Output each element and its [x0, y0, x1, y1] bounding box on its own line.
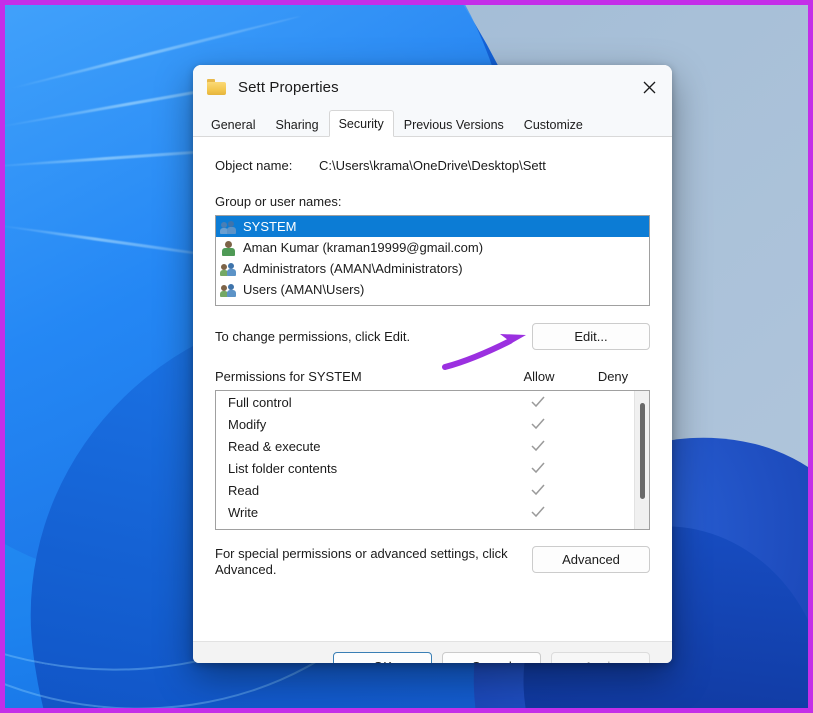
group-icon [220, 219, 236, 235]
group-section-label: Group or user names: [215, 194, 650, 209]
object-name-row: Object name: C:\Users\krama\OneDrive\Des… [215, 137, 650, 173]
tab-previous-versions[interactable]: Previous Versions [394, 115, 514, 137]
security-panel: Object name: C:\Users\krama\OneDrive\Des… [193, 137, 672, 641]
group-icon [220, 261, 236, 277]
permission-name: Read & execute [216, 439, 501, 454]
advanced-settings-row: For special permissions or advanced sett… [215, 546, 650, 578]
permission-name: Modify [216, 417, 501, 432]
permission-name: Full control [216, 395, 501, 410]
scrollbar-thumb[interactable] [640, 403, 645, 499]
table-row[interactable]: Full control [216, 391, 649, 413]
table-row[interactable]: Read & execute [216, 435, 649, 457]
column-header-deny: Deny [576, 369, 650, 384]
allow-checkmark[interactable] [501, 418, 575, 430]
edit-button[interactable]: Edit... [532, 323, 650, 350]
permission-name: Special permissions [216, 527, 501, 531]
allow-checkmark[interactable] [501, 484, 575, 496]
apply-button: Apply [551, 652, 650, 663]
allow-checkmark[interactable] [501, 462, 575, 474]
tab-general[interactable]: General [201, 115, 265, 137]
object-name-value: C:\Users\krama\OneDrive\Desktop\Sett [319, 158, 546, 173]
object-name-label: Object name: [215, 158, 319, 173]
properties-dialog: Sett Properties General Sharing Security… [193, 65, 672, 663]
list-item[interactable]: Aman Kumar (kraman19999@gmail.com) [216, 237, 649, 258]
permission-name: Read [216, 483, 501, 498]
dialog-footer: OK Cancel Apply [193, 641, 672, 663]
column-header-allow: Allow [502, 369, 576, 384]
allow-checkmark[interactable] [501, 396, 575, 408]
edit-permissions-row: To change permissions, click Edit. Edit.… [215, 323, 650, 350]
list-item[interactable]: SYSTEM [216, 216, 649, 237]
title-bar: Sett Properties [193, 65, 672, 109]
close-icon[interactable] [626, 65, 672, 109]
folder-icon [207, 79, 226, 95]
table-row[interactable]: Special permissions [216, 523, 649, 530]
ok-button[interactable]: OK [333, 652, 432, 663]
allow-checkmark[interactable] [501, 440, 575, 452]
permissions-header: Permissions for SYSTEM Allow Deny [215, 369, 650, 384]
screenshot-frame: Sett Properties General Sharing Security… [0, 0, 813, 713]
table-row[interactable]: Modify [216, 413, 649, 435]
table-row[interactable]: List folder contents [216, 457, 649, 479]
list-item-label: Users (AMAN\Users) [243, 282, 364, 297]
table-row[interactable]: Write [216, 501, 649, 523]
group-icon [220, 282, 236, 298]
permission-name: List folder contents [216, 461, 501, 476]
tab-strip: General Sharing Security Previous Versio… [193, 109, 672, 137]
window-title: Sett Properties [238, 79, 339, 96]
permission-name: Write [216, 505, 501, 520]
edit-notice-text: To change permissions, click Edit. [215, 329, 410, 344]
list-item[interactable]: Administrators (AMAN\Administrators) [216, 258, 649, 279]
permissions-scrollbar[interactable] [634, 391, 649, 529]
tab-security[interactable]: Security [329, 110, 394, 138]
user-icon [220, 240, 236, 256]
list-item-label: SYSTEM [243, 219, 296, 234]
advanced-notice-text: For special permissions or advanced sett… [215, 546, 515, 578]
group-or-user-names-list[interactable]: SYSTEM Aman Kumar (kraman19999@gmail.com… [215, 215, 650, 306]
list-item-label: Aman Kumar (kraman19999@gmail.com) [243, 240, 483, 255]
advanced-button[interactable]: Advanced [532, 546, 650, 573]
table-row[interactable]: Read [216, 479, 649, 501]
permissions-list[interactable]: Full control Modify Read & execute [215, 390, 650, 530]
list-item[interactable]: Users (AMAN\Users) [216, 279, 649, 300]
permissions-title: Permissions for SYSTEM [215, 369, 502, 384]
allow-checkmark[interactable] [501, 506, 575, 518]
cancel-button[interactable]: Cancel [442, 652, 541, 663]
list-item-label: Administrators (AMAN\Administrators) [243, 261, 463, 276]
tab-customize[interactable]: Customize [514, 115, 593, 137]
tab-sharing[interactable]: Sharing [265, 115, 328, 137]
